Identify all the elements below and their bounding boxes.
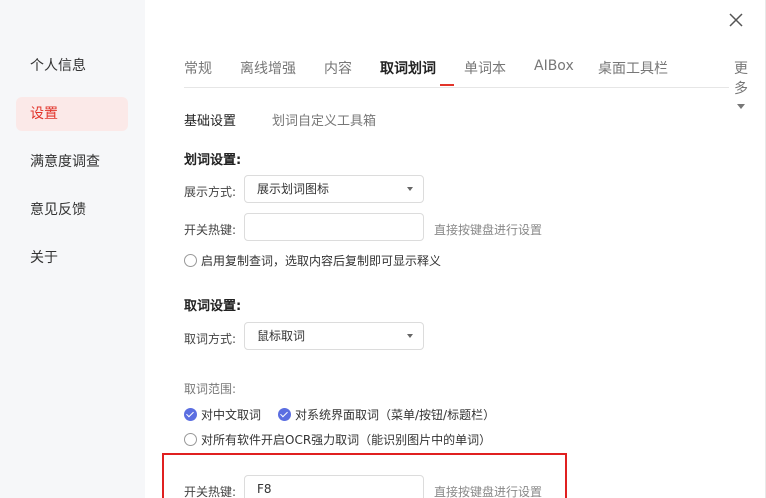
range-option-chinese[interactable]: 对中文取词 bbox=[184, 406, 261, 423]
active-tab-indicator bbox=[440, 84, 454, 86]
chevron-down-icon bbox=[737, 103, 745, 109]
tab-word-pick[interactable]: 取词划词 bbox=[380, 58, 436, 78]
dropdown-arrow-icon bbox=[407, 334, 413, 338]
display-mode-value: 展示划词图标 bbox=[257, 182, 330, 196]
tab-wordbook[interactable]: 单词本 bbox=[464, 58, 506, 78]
pick-method-value: 鼠标取词 bbox=[257, 329, 306, 343]
pick-method-label: 取词方式: bbox=[184, 332, 237, 346]
pick-hotkey-input[interactable]: F8 bbox=[244, 475, 424, 498]
sidebar-item-personal-info[interactable]: 个人信息 bbox=[16, 49, 128, 83]
tab-more[interactable]: 更多 bbox=[734, 58, 748, 114]
range-option-system-ui[interactable]: 对系统界面取词（菜单/按钮/标题栏） bbox=[278, 406, 495, 423]
highlight-settings-title: 划词设置: bbox=[184, 153, 242, 168]
checkbox-checked-icon bbox=[184, 408, 197, 421]
pick-settings-title: 取词设置: bbox=[184, 299, 242, 314]
sidebar-item-about[interactable]: 关于 bbox=[16, 241, 128, 275]
tab-offline[interactable]: 离线增强 bbox=[240, 58, 296, 78]
copy-query-label: 启用复制查词，选取内容后复制即可显示释义 bbox=[201, 254, 442, 268]
pick-hotkey-hint: 直接按键盘进行设置 bbox=[434, 485, 543, 498]
range-option-system-ui-label: 对系统界面取词（菜单/按钮/标题栏） bbox=[295, 408, 496, 422]
highlight-hotkey-input[interactable] bbox=[244, 213, 424, 241]
tab-more-label: 更多 bbox=[734, 61, 748, 97]
tab-content[interactable]: 内容 bbox=[324, 58, 352, 78]
highlight-hotkey-label: 开关热键: bbox=[184, 223, 237, 237]
settings-panel: 常规 离线增强 内容 取词划词 单词本 AIBox 桌面工具栏 更多 基础设置 … bbox=[145, 0, 766, 498]
pick-hotkey-label: 开关热键: bbox=[184, 485, 237, 498]
pick-method-select[interactable]: 鼠标取词 bbox=[244, 322, 424, 350]
sidebar: 个人信息 设置 满意度调查 意见反馈 关于 bbox=[0, 0, 145, 498]
tab-aibox[interactable]: AIBox bbox=[534, 58, 574, 74]
tab-general[interactable]: 常规 bbox=[184, 58, 212, 78]
sidebar-item-settings[interactable]: 设置 bbox=[16, 97, 128, 131]
range-option-ocr[interactable]: 对所有软件开启OCR强力取词（能识别图片中的单词） bbox=[184, 431, 491, 448]
tab-bar: 常规 离线增强 内容 取词划词 单词本 AIBox 桌面工具栏 更多 bbox=[184, 56, 748, 109]
dropdown-arrow-icon bbox=[407, 187, 413, 191]
display-mode-select[interactable]: 展示划词图标 bbox=[244, 175, 424, 203]
subtab-custom-toolbox[interactable]: 划词自定义工具箱 bbox=[272, 110, 376, 129]
range-option-ocr-label: 对所有软件开启OCR强力取词（能识别图片中的单词） bbox=[201, 433, 492, 447]
pick-range-label: 取词范围: bbox=[184, 382, 237, 396]
display-mode-label: 展示方式: bbox=[184, 185, 237, 199]
radio-unchecked-icon bbox=[184, 433, 197, 446]
sidebar-item-feedback[interactable]: 意见反馈 bbox=[16, 193, 128, 227]
radio-unchecked-icon bbox=[184, 254, 197, 267]
checkbox-checked-icon bbox=[278, 408, 291, 421]
subtab-basic[interactable]: 基础设置 bbox=[184, 110, 236, 129]
sidebar-item-survey[interactable]: 满意度调查 bbox=[16, 145, 128, 179]
copy-query-option[interactable]: 启用复制查词，选取内容后复制即可显示释义 bbox=[184, 252, 441, 269]
highlight-hotkey-hint: 直接按键盘进行设置 bbox=[434, 223, 543, 237]
close-icon[interactable] bbox=[726, 10, 746, 30]
range-option-chinese-label: 对中文取词 bbox=[201, 408, 262, 422]
tab-desktop-toolbar[interactable]: 桌面工具栏 bbox=[598, 58, 668, 78]
